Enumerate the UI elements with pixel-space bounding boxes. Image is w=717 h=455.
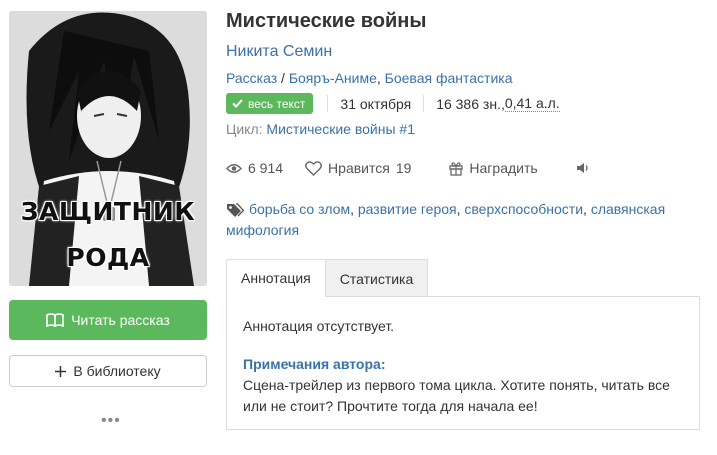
tag-separator: ,	[583, 201, 591, 217]
gift-icon	[449, 161, 464, 176]
plus-icon	[55, 365, 67, 377]
reward-button[interactable]: Наградить	[449, 160, 538, 176]
divider	[327, 95, 329, 112]
tag-link[interactable]: борьба со злом	[249, 201, 350, 217]
heart-icon	[305, 160, 322, 176]
genre-link[interactable]: Боевая фантастика	[385, 70, 513, 86]
form-link[interactable]: Рассказ	[226, 70, 277, 86]
text-size: 16 386 зн.	[436, 95, 501, 112]
book-title: Мистические войны	[226, 10, 427, 32]
author-notes-text: Сцена-трейлер из первого тома цикла. Хот…	[243, 377, 670, 414]
cycle-label: Цикл:	[226, 121, 267, 137]
tab-content: Аннотация отсутствует. Примечания автора…	[226, 296, 700, 430]
read-button[interactable]: Читать рассказ	[9, 300, 207, 340]
status-badge-label: весь текст	[248, 96, 306, 111]
like-label: Нравится	[328, 160, 390, 176]
author-notes-heading: Примечания автора:	[243, 356, 386, 372]
tag-link[interactable]: развитие героя	[358, 201, 457, 217]
genre-comma: ,	[376, 70, 385, 86]
tags-line: борьба со злом, развитие героя, сверхспо…	[226, 199, 696, 241]
tab-bar: Аннотация Статистика	[226, 259, 429, 297]
views-stat: 6 914	[226, 160, 283, 176]
tab-statistics[interactable]: Статистика	[325, 259, 429, 297]
book-cover[interactable]: ЗАЩИТНИК РОДА	[9, 11, 207, 286]
open-book-icon	[46, 313, 65, 327]
add-to-library-button[interactable]: В библиотеку	[9, 355, 207, 387]
genre-link[interactable]: Бояръ-Аниме	[289, 70, 377, 86]
status-badge: весь текст	[226, 93, 314, 114]
speaker-icon	[576, 163, 588, 173]
publish-date: 31 октября	[340, 95, 412, 112]
listen-button[interactable]	[576, 162, 590, 174]
divider	[423, 95, 425, 112]
author-link[interactable]: Никита Семин	[226, 43, 332, 61]
more-options-button[interactable]: •••	[101, 413, 121, 429]
library-button-label: В библиотеку	[73, 363, 161, 379]
read-button-label: Читать рассказ	[71, 312, 170, 328]
eye-icon	[226, 163, 242, 173]
tags-icon	[227, 203, 245, 217]
cycle-line: Цикл: Мистические войны #1	[226, 121, 415, 137]
genre-separator: /	[277, 70, 289, 86]
meta-row: весь текст 31 октября 16 386 зн., 0,41 а…	[226, 93, 560, 114]
tag-separator: ,	[350, 201, 358, 217]
annotation-text: Аннотация отсутствует.	[243, 318, 395, 334]
genre-line: Рассказ / Бояръ-Аниме, Боевая фантастика	[226, 70, 512, 86]
check-icon	[232, 99, 243, 108]
tab-annotation[interactable]: Аннотация	[226, 259, 326, 297]
tag-link[interactable]: сверхспособности	[464, 201, 583, 217]
like-count: 19	[395, 160, 412, 176]
reward-label: Наградить	[469, 160, 538, 176]
cover-title-line1: ЗАЩИТНИК	[20, 197, 196, 226]
cover-title-line2: РОДА	[66, 243, 150, 272]
info-panel: Аннотация Статистика Аннотация отсутству…	[226, 259, 700, 430]
author-sheets[interactable]: 0,41 а.л.	[504, 95, 560, 112]
like-button[interactable]: Нравится 19	[305, 160, 411, 176]
stats-row: 6 914 Нравится 19 Наградить	[226, 158, 590, 178]
cycle-link[interactable]: Мистические войны #1	[266, 121, 415, 137]
views-count: 6 914	[248, 160, 284, 176]
